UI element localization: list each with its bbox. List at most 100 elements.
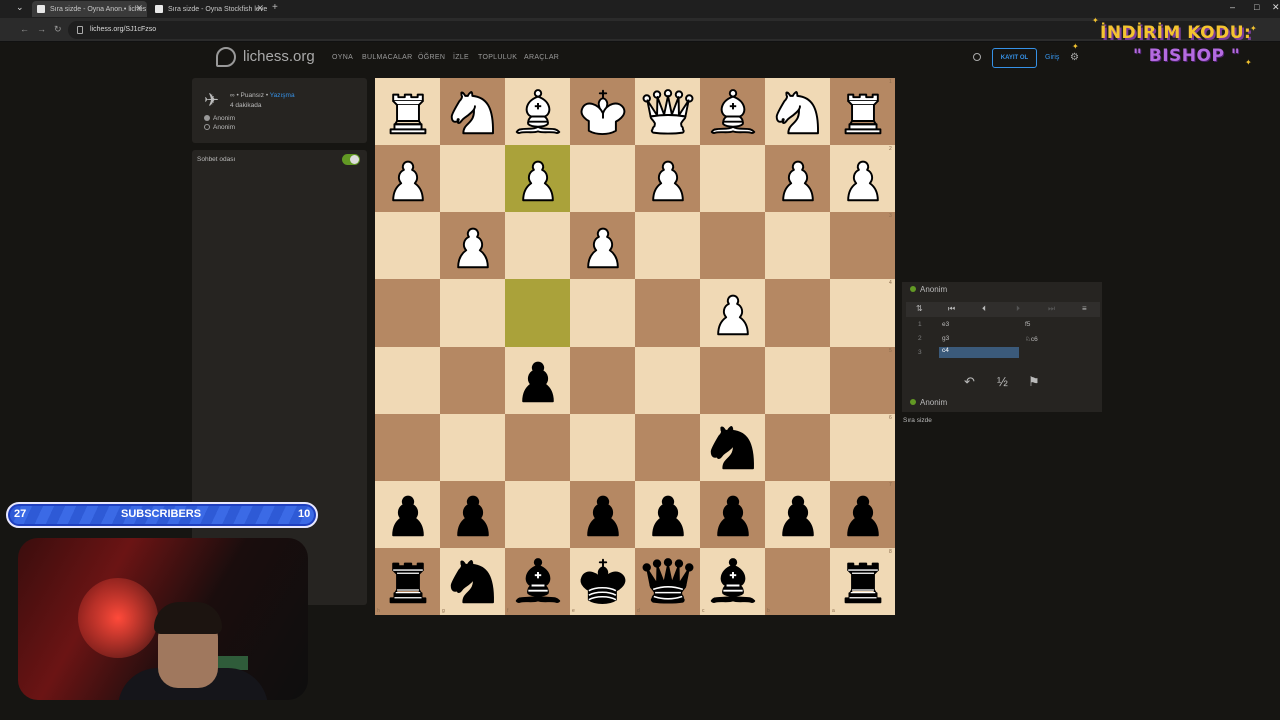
square-b5[interactable] [765,346,830,414]
white-pawn-icon[interactable] [635,145,700,212]
black-pawn-icon[interactable] [830,481,895,548]
white-bishop-icon[interactable] [505,78,570,145]
white-pawn-icon[interactable] [700,279,765,346]
black-bishop-icon[interactable] [505,548,570,615]
first-move-icon[interactable]: ⏮ [948,304,955,314]
square-f7[interactable] [505,480,570,548]
move-white[interactable]: g3 [942,335,949,342]
offer-draw-button[interactable]: ½ [997,374,1008,389]
back-icon[interactable]: ← [20,24,29,34]
white-pawn-icon[interactable] [505,145,570,212]
player-black[interactable]: Anonim [204,124,235,131]
square-d3[interactable] [635,212,700,280]
move-black[interactable]: ♘c6 [1025,335,1038,343]
chess-board[interactable]: 1 2 3 4 5 6 7 8 h g f e d c b a [375,78,895,615]
gear-icon[interactable]: ⚙ [1070,52,1079,63]
square-a4[interactable] [830,279,895,347]
black-bishop-icon[interactable] [700,548,765,615]
signup-button[interactable]: KAYIT OL [992,48,1037,68]
square-c3[interactable] [700,212,765,280]
square-b6[interactable] [765,413,830,481]
square-a5[interactable] [830,346,895,414]
new-tab-icon[interactable]: + [272,2,278,13]
square-a6[interactable] [830,413,895,481]
square-e2[interactable] [570,145,635,213]
maximize-icon[interactable]: □ [1254,2,1259,12]
top-player-name[interactable]: Anonim [910,285,947,294]
reload-icon[interactable]: ↻ [54,24,62,35]
white-pawn-icon[interactable] [765,145,830,212]
square-d5[interactable] [635,346,700,414]
login-link[interactable]: Giriş [1045,54,1059,61]
black-king-icon[interactable] [570,548,635,615]
tab-search-icon[interactable]: ⌄ [16,2,24,13]
square-g4[interactable] [440,279,505,347]
forward-icon[interactable]: → [37,24,46,34]
tab-active[interactable]: Sıra sizde - Oyna Anon.• liches ✕ [32,1,147,17]
site-info-icon[interactable] [77,26,83,34]
square-e4[interactable] [570,279,635,347]
white-bishop-icon[interactable] [700,78,765,145]
flip-board-icon[interactable]: ⇅ [916,304,923,313]
square-b3[interactable] [765,212,830,280]
square-a3[interactable] [830,212,895,280]
move-white[interactable]: e3 [942,321,949,328]
square-f6[interactable] [505,413,570,481]
black-knight-icon[interactable] [700,414,765,481]
square-h4[interactable] [375,279,440,347]
square-e6[interactable] [570,413,635,481]
square-b4[interactable] [765,279,830,347]
white-rook-icon[interactable] [375,78,440,145]
nav-araclar[interactable]: ARAÇLAR [524,54,559,61]
white-pawn-icon[interactable] [375,145,440,212]
lichess-logo-icon[interactable] [216,47,236,67]
white-knight-icon[interactable] [765,78,830,145]
prev-move-icon[interactable]: ⏴ [982,304,986,314]
chat-toggle[interactable] [342,154,360,165]
black-queen-icon[interactable] [635,548,700,615]
nav-ogren[interactable]: ÖĞREN [418,54,445,61]
takeback-icon[interactable]: ↶ [964,374,975,390]
square-c2[interactable] [700,145,765,213]
bottom-player-name[interactable]: Anonim [910,398,947,407]
square-b8[interactable] [765,547,830,615]
close-tab-icon[interactable]: ✕ [256,3,264,14]
square-g2[interactable] [440,145,505,213]
white-rook-icon[interactable] [830,78,895,145]
next-move-icon[interactable]: ⏵ [1016,304,1020,314]
white-pawn-icon[interactable] [570,212,635,279]
white-pawn-icon[interactable] [440,212,505,279]
square-d4[interactable] [635,279,700,347]
search-icon[interactable] [973,53,981,61]
nav-izle[interactable]: İZLE [453,54,469,61]
square-e5[interactable] [570,346,635,414]
white-knight-icon[interactable] [440,78,505,145]
site-logo[interactable]: lichess.org [243,48,315,65]
black-knight-icon[interactable] [440,548,505,615]
square-h5[interactable] [375,346,440,414]
black-pawn-icon[interactable] [440,481,505,548]
square-g5[interactable] [440,346,505,414]
square-d6[interactable] [635,413,700,481]
correspondence-link[interactable]: Yazışma [270,92,295,99]
black-pawn-icon[interactable] [375,481,440,548]
square-h3[interactable] [375,212,440,280]
resign-flag-icon[interactable]: ⚑ [1028,374,1040,390]
close-window-icon[interactable]: ✕ [1272,2,1280,13]
square-g6[interactable] [440,413,505,481]
black-rook-icon[interactable] [375,548,440,615]
white-queen-icon[interactable] [635,78,700,145]
player-white[interactable]: Anonim [204,115,235,122]
square-c5[interactable] [700,346,765,414]
square-f3[interactable] [505,212,570,280]
black-pawn-icon[interactable] [765,481,830,548]
move-black[interactable]: f5 [1025,321,1030,328]
move-white-current[interactable]: c4 [939,347,1019,358]
tab-inactive[interactable]: Sıra sizde - Oyna Stockfish leve ✕ [150,1,268,17]
nav-bulmacalar[interactable]: BULMACALAR [362,54,412,61]
black-pawn-icon[interactable] [570,481,635,548]
close-tab-icon[interactable]: ✕ [135,3,143,14]
square-f4[interactable] [505,279,570,347]
nav-oyna[interactable]: OYNA [332,54,353,61]
minimize-icon[interactable]: – [1230,2,1235,12]
